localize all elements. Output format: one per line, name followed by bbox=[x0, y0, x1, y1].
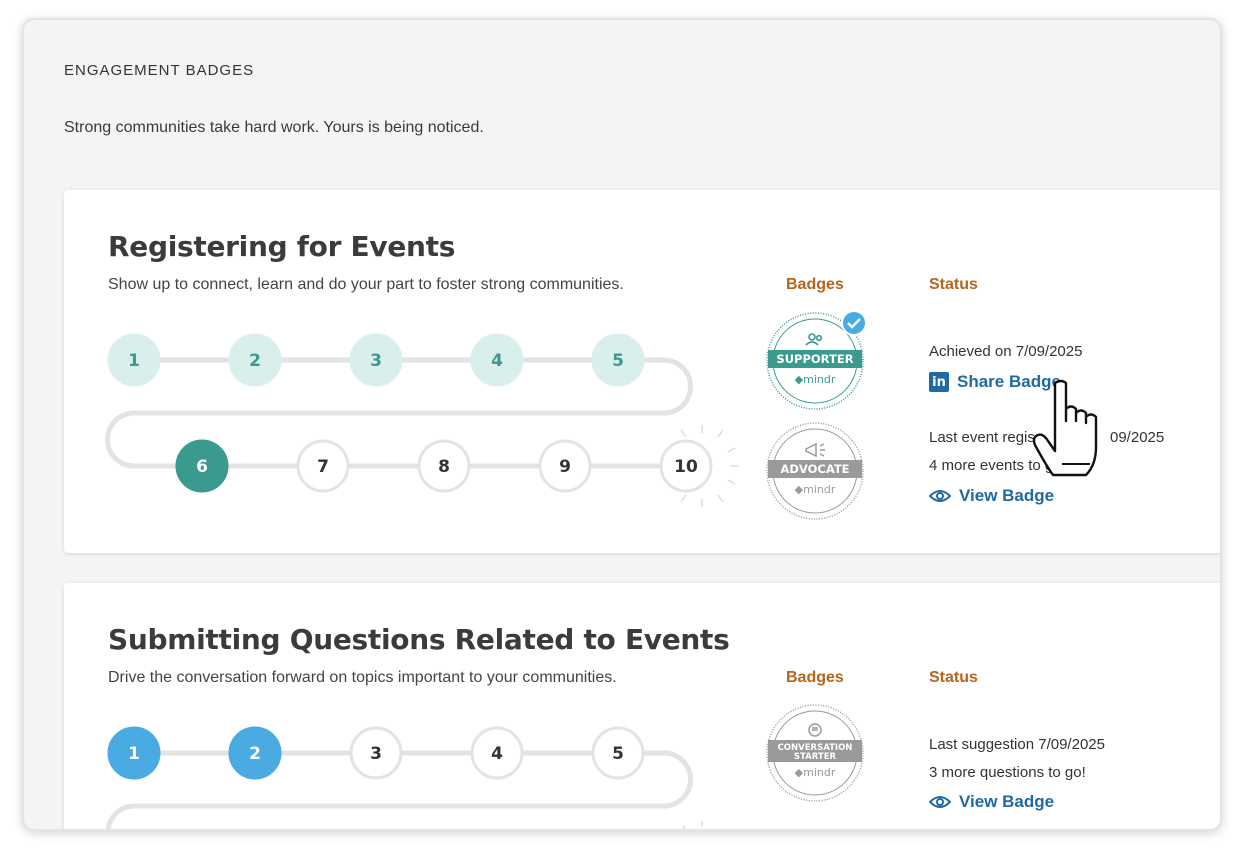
achieved-text: Achieved on 7/09/2025 bbox=[929, 343, 1083, 360]
step-4: 4 bbox=[470, 333, 524, 387]
step-1: 1 bbox=[107, 726, 161, 780]
remaining-text: 3 more questions to go! bbox=[929, 764, 1086, 781]
last-event-date: 09/2025 bbox=[1110, 429, 1165, 446]
view-badge-link[interactable]: View Badge bbox=[929, 486, 1054, 506]
last-suggestion-text: Last suggestion 7/09/2025 bbox=[929, 736, 1105, 753]
step-label: 3 bbox=[370, 351, 382, 371]
view-badge-link[interactable]: View Badge bbox=[929, 792, 1054, 812]
step-label: 2 bbox=[249, 744, 261, 764]
step-8: 8 bbox=[417, 439, 471, 493]
hand-pointer-icon bbox=[1032, 379, 1098, 477]
step-3: 3 bbox=[349, 726, 403, 780]
step-label: 5 bbox=[612, 744, 624, 764]
status-header: Status bbox=[929, 276, 978, 293]
card-registering-events: Registering for Events Show up to connec… bbox=[64, 190, 1220, 553]
step-10: 10 bbox=[659, 439, 713, 493]
svg-text:STARTER: STARTER bbox=[794, 752, 837, 762]
step-7: 7 bbox=[296, 439, 350, 493]
next-badge-partial bbox=[762, 829, 872, 831]
step-9: 9 bbox=[538, 439, 592, 493]
step-2: 2 bbox=[228, 333, 282, 387]
conversation-starter-badge[interactable]: CONVERSATION STARTER ◆mindr bbox=[762, 697, 872, 807]
badges-header: Badges bbox=[786, 669, 844, 686]
step-label: 7 bbox=[317, 457, 329, 477]
svg-text:ADVOCATE: ADVOCATE bbox=[780, 462, 849, 476]
step-label: 1 bbox=[128, 351, 140, 371]
step-label: 4 bbox=[491, 351, 503, 371]
advocate-badge[interactable]: ADVOCATE ◆mindr bbox=[762, 415, 872, 525]
card-submitting-questions: Submitting Questions Related to Events D… bbox=[64, 583, 1220, 831]
linkedin-icon: in bbox=[929, 372, 949, 392]
svg-text:◆mindr: ◆mindr bbox=[795, 766, 836, 779]
step-5: 5 bbox=[591, 333, 645, 387]
supporter-badge[interactable]: SUPPORTER ◆mindr bbox=[762, 305, 872, 415]
step-label: 10 bbox=[674, 457, 698, 477]
progress-track: 1 2 3 4 5 bbox=[105, 726, 703, 829]
eye-icon bbox=[929, 490, 951, 502]
step-label: 8 bbox=[438, 457, 450, 477]
step-label: 4 bbox=[491, 744, 503, 764]
panel-title: ENGAGEMENT BADGES bbox=[64, 62, 255, 79]
check-icon bbox=[841, 310, 867, 336]
step-5: 5 bbox=[591, 726, 645, 780]
badges-header: Badges bbox=[786, 276, 844, 293]
progress-track: 1 2 3 4 5 6 7 8 9 10 bbox=[105, 333, 738, 507]
step-label: 2 bbox=[249, 351, 261, 371]
svg-text:◆mindr: ◆mindr bbox=[795, 373, 836, 386]
svg-text:◆mindr: ◆mindr bbox=[795, 483, 836, 496]
step-2: 2 bbox=[228, 726, 282, 780]
last-event-text: Last event regis bbox=[929, 429, 1035, 446]
step-label: 9 bbox=[559, 457, 571, 477]
eye-icon bbox=[929, 796, 951, 808]
step-4: 4 bbox=[470, 726, 524, 780]
status-header: Status bbox=[929, 669, 978, 686]
step-label: 3 bbox=[370, 744, 382, 764]
step-1: 1 bbox=[107, 333, 161, 387]
badge-name: SUPPORTER bbox=[776, 352, 853, 366]
step-3: 3 bbox=[349, 333, 403, 387]
step-label: 1 bbox=[128, 744, 140, 764]
step-label: 5 bbox=[612, 351, 624, 371]
panel-subtitle: Strong communities take hard work. Yours… bbox=[64, 119, 484, 136]
step-label: 6 bbox=[196, 457, 208, 477]
step-6: 6 bbox=[175, 439, 229, 493]
